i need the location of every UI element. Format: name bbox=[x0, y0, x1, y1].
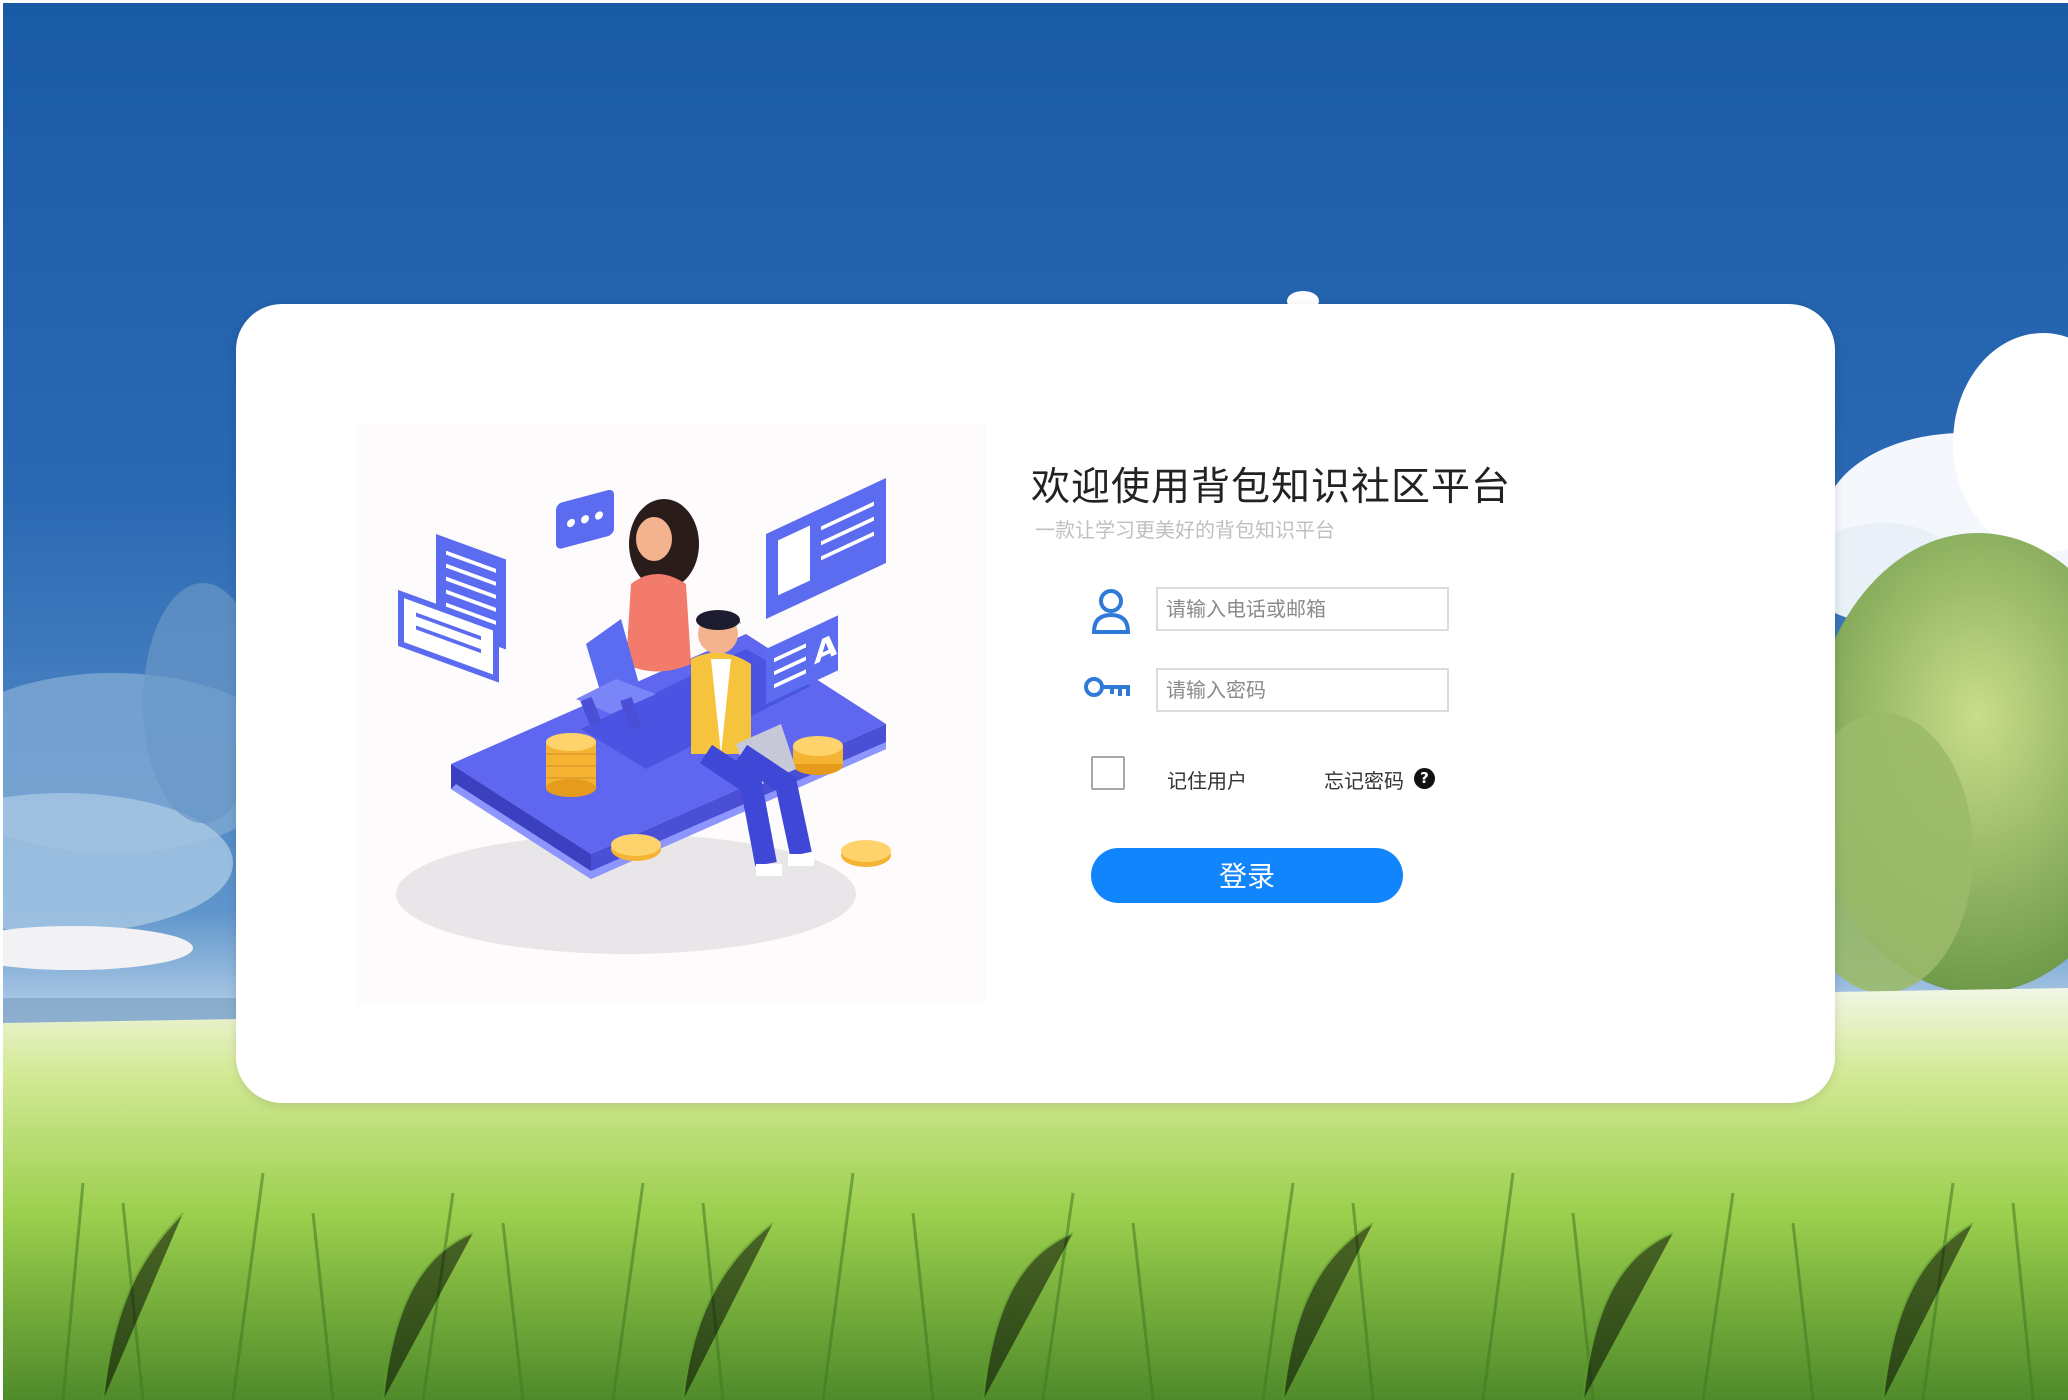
question-circle-icon[interactable]: ? bbox=[1414, 768, 1435, 789]
login-button[interactable]: 登录 bbox=[1091, 848, 1403, 903]
study-people-illustration: A bbox=[396, 478, 891, 954]
key-icon bbox=[1084, 676, 1132, 704]
remember-checkbox[interactable] bbox=[1091, 756, 1125, 790]
remember-label: 记住用户 bbox=[1167, 769, 1247, 793]
login-card: A 欢迎使用背包知识社区平台 一款让学习更美好的背包知识平台 请输入电话或邮箱 … bbox=[236, 304, 1835, 1103]
username-input[interactable] bbox=[1158, 589, 1447, 629]
username-field[interactable] bbox=[1156, 587, 1449, 631]
user-icon bbox=[1091, 587, 1131, 639]
hero-illustration: A bbox=[356, 424, 986, 1004]
page-title: 欢迎使用背包知识社区平台 bbox=[1031, 465, 1512, 510]
password-input[interactable] bbox=[1158, 670, 1447, 710]
forgot-password-link[interactable]: 忘记密码 bbox=[1324, 765, 1404, 794]
page-subtitle: 一款让学习更美好的背包知识平台 bbox=[1035, 518, 1335, 542]
password-field[interactable] bbox=[1156, 668, 1449, 712]
